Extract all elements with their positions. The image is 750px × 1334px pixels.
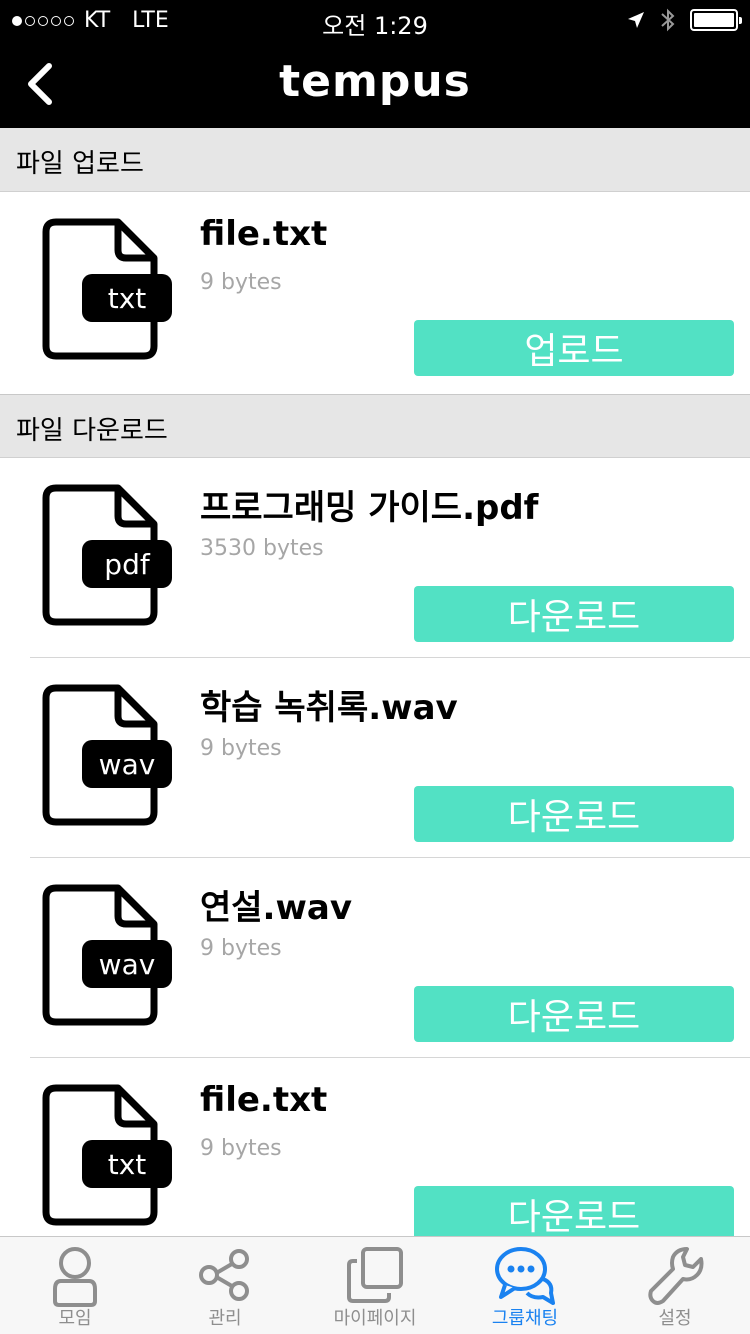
tab-meeting[interactable]: 모임 bbox=[0, 1237, 150, 1334]
file-name: 프로그래밍 가이드.pdf bbox=[200, 488, 539, 528]
status-bar: KT LTE 오전 1:29 bbox=[0, 0, 750, 40]
file-size: 9 bytes bbox=[200, 936, 282, 961]
download-button[interactable]: 다운로드 bbox=[414, 986, 734, 1042]
wav-file-icon: wav bbox=[42, 884, 172, 1026]
file-name: file.txt bbox=[200, 1080, 328, 1120]
wav-file-icon: wav bbox=[42, 684, 172, 826]
file-size: 9 bytes bbox=[200, 736, 282, 761]
download-file-row: txt file.txt 9 bytes 다운로드 bbox=[0, 1058, 750, 1258]
navigation-bar: tempus bbox=[0, 40, 750, 128]
tab-label: 마이페이지 bbox=[333, 1308, 417, 1329]
download-button[interactable]: 다운로드 bbox=[414, 786, 734, 842]
tab-manage[interactable]: 관리 bbox=[150, 1237, 300, 1334]
svg-text:txt: txt bbox=[108, 1148, 147, 1181]
svg-text:wav: wav bbox=[99, 748, 156, 781]
txt-file-icon: txt bbox=[42, 1084, 172, 1226]
file-name: 학습 녹취록.wav bbox=[200, 688, 458, 728]
tab-mypage[interactable]: 마이페이지 bbox=[300, 1237, 450, 1334]
download-file-row: wav 학습 녹취록.wav 9 bytes 다운로드 bbox=[0, 658, 750, 858]
tab-bar: 모임 관리 마이페이지 그룹채팅 설정 bbox=[0, 1236, 750, 1334]
tab-label: 그룹채팅 bbox=[491, 1308, 559, 1329]
tab-group-chat[interactable]: 그룹채팅 bbox=[450, 1237, 600, 1334]
wrench-icon bbox=[648, 1247, 704, 1305]
download-button[interactable]: 다운로드 bbox=[414, 1186, 734, 1242]
tab-label: 설정 bbox=[658, 1308, 692, 1329]
svg-text:txt: txt bbox=[108, 282, 147, 315]
pages-icon bbox=[347, 1247, 403, 1303]
file-name: 연설.wav bbox=[200, 888, 352, 928]
download-section-header: 파일 다운로드 bbox=[0, 394, 750, 458]
download-file-row: wav 연설.wav 9 bytes 다운로드 bbox=[0, 858, 750, 1058]
location-arrow-icon bbox=[628, 12, 644, 28]
file-size: 9 bytes bbox=[200, 1136, 282, 1161]
share-icon bbox=[199, 1249, 249, 1301]
person-icon bbox=[53, 1247, 97, 1307]
upload-section-title: 파일 업로드 bbox=[16, 149, 144, 179]
pdf-file-icon: pdf bbox=[42, 484, 172, 626]
file-name: file.txt bbox=[200, 214, 328, 254]
tab-settings[interactable]: 설정 bbox=[600, 1237, 750, 1334]
upload-file-row: txt file.txt 9 bytes 업로드 bbox=[0, 192, 750, 392]
upload-button[interactable]: 업로드 bbox=[414, 320, 734, 376]
bluetooth-icon bbox=[661, 8, 675, 32]
tab-label: 관리 bbox=[208, 1308, 242, 1329]
chat-bubbles-icon bbox=[495, 1247, 555, 1305]
download-section-title: 파일 다운로드 bbox=[16, 416, 168, 446]
upload-section-header: 파일 업로드 bbox=[0, 128, 750, 192]
txt-file-icon: txt bbox=[42, 218, 172, 360]
download-file-row: pdf 프로그래밍 가이드.pdf 3530 bytes 다운로드 bbox=[0, 458, 750, 658]
page-title: tempus bbox=[279, 56, 471, 107]
svg-text:pdf: pdf bbox=[104, 548, 151, 581]
svg-text:wav: wav bbox=[99, 948, 156, 981]
tab-label: 모임 bbox=[58, 1308, 92, 1329]
file-size: 3530 bytes bbox=[200, 536, 324, 561]
file-size: 9 bytes bbox=[200, 270, 282, 295]
battery-icon bbox=[690, 9, 742, 31]
download-button[interactable]: 다운로드 bbox=[414, 586, 734, 642]
